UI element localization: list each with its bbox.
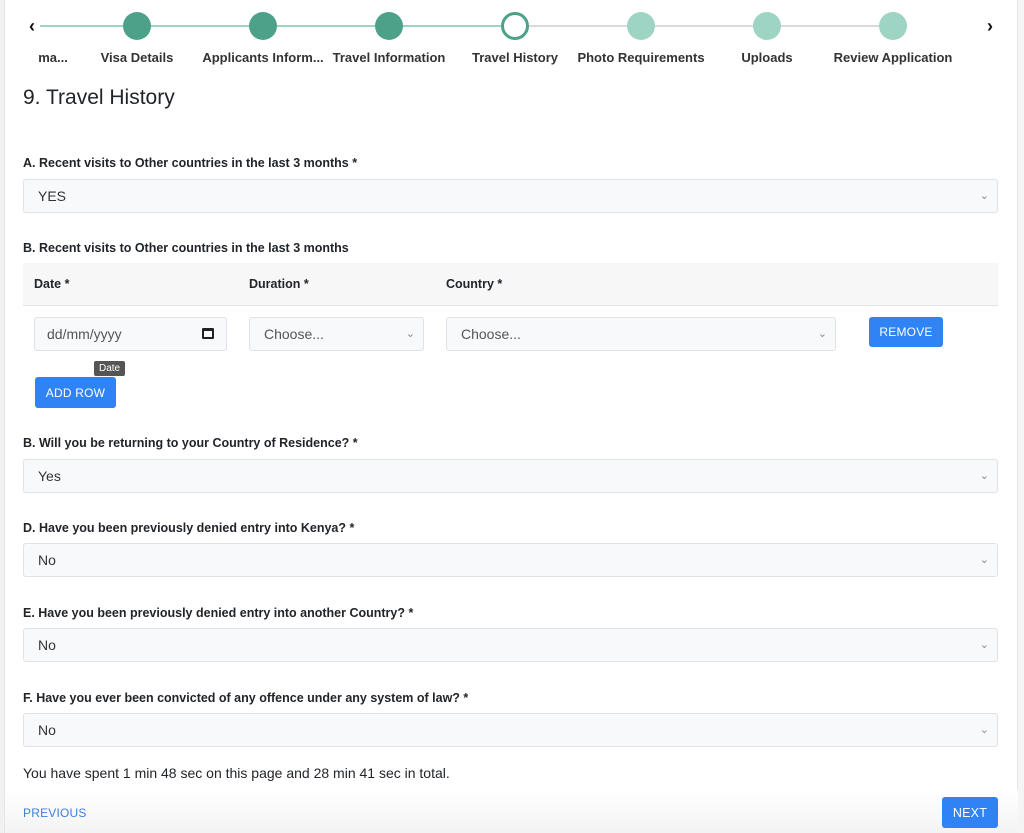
step-complete-dot	[375, 12, 403, 40]
step-pending-dot	[627, 12, 655, 40]
page-left-border	[0, 0, 5, 833]
question-b-table-label: B. Recent visits to Other countries in t…	[23, 241, 349, 255]
chevron-down-icon: ⌄	[979, 470, 989, 482]
step-label: Uploads	[741, 50, 793, 65]
question-d-label: D. Have you been previously denied entry…	[23, 521, 355, 535]
question-a-label: A. Recent visits to Other countries in t…	[23, 156, 358, 170]
chevron-down-icon: ⌄	[979, 554, 989, 566]
date-tooltip: Date	[94, 361, 126, 376]
calendar-icon[interactable]	[202, 328, 214, 339]
visits-table-header: Date * Duration * Country *	[23, 263, 998, 306]
select-value: No	[38, 722, 56, 738]
stepper-line-todo	[515, 25, 895, 27]
header-date: Date *	[34, 277, 70, 291]
chevron-down-icon: ⌄	[979, 190, 989, 202]
step-label: Photo Requirements	[577, 50, 705, 65]
step-current-dot	[501, 12, 529, 40]
question-return-label: B. Will you be returning to your Country…	[23, 436, 358, 450]
question-return-select[interactable]: Yes ⌄	[23, 459, 998, 493]
step-label: Travel Information	[332, 50, 446, 65]
header-duration: Duration *	[249, 277, 309, 291]
duration-select[interactable]: Choose... ⌄	[249, 317, 424, 351]
chevron-down-icon: ⌄	[979, 639, 989, 651]
question-a-select[interactable]: YES ⌄	[23, 179, 998, 213]
previous-button[interactable]: PREVIOUS	[23, 806, 87, 820]
chevron-down-icon: ⌄	[979, 724, 989, 736]
select-value: No	[38, 637, 56, 653]
step-complete-dot	[123, 12, 151, 40]
stepper-line-done	[40, 25, 515, 27]
remove-row-button[interactable]: REMOVE	[869, 317, 943, 347]
next-button[interactable]: NEXT	[942, 797, 998, 828]
step-label: Visa Details	[100, 50, 174, 65]
question-f-label: F. Have you ever been convicted of any o…	[23, 691, 469, 705]
chevron-down-icon: ⌄	[405, 328, 415, 340]
step-label: Review Application	[833, 50, 953, 65]
header-country: Country *	[446, 277, 503, 291]
chevron-right-icon[interactable]: ›	[980, 14, 1000, 38]
chevron-left-icon[interactable]: ‹	[22, 14, 42, 38]
time-spent-text: You have spent 1 min 48 sec on this page…	[23, 765, 450, 781]
question-e-select[interactable]: No ⌄	[23, 628, 998, 662]
date-placeholder: dd/mm/yyyy	[47, 326, 122, 342]
step-label: Travel History	[472, 50, 558, 65]
page-title: 9. Travel History	[23, 86, 175, 109]
scrollbar-track[interactable]	[1017, 0, 1024, 833]
select-value: Choose...	[461, 326, 521, 342]
select-value: YES	[38, 188, 67, 204]
step-pending-dot	[753, 12, 781, 40]
question-d-select[interactable]: No ⌄	[23, 543, 998, 577]
add-row-button[interactable]: ADD ROW	[35, 377, 116, 408]
step-pending-dot	[879, 12, 907, 40]
select-value: Choose...	[264, 326, 324, 342]
question-f-select[interactable]: No ⌄	[23, 713, 998, 747]
footer-bar	[5, 790, 1018, 833]
select-value: No	[38, 552, 56, 568]
country-select[interactable]: Choose... ⌄	[446, 317, 836, 351]
step-complete-dot	[249, 12, 277, 40]
question-e-label: E. Have you been previously denied entry…	[23, 606, 414, 620]
step-label: Applicants Inform...	[202, 50, 324, 65]
select-value: Yes	[38, 468, 61, 484]
progress-stepper: ‹ › ma... Visa Details Applicants Inform…	[0, 0, 1024, 80]
chevron-down-icon: ⌄	[817, 328, 827, 340]
date-input[interactable]: dd/mm/yyyy	[34, 317, 227, 351]
